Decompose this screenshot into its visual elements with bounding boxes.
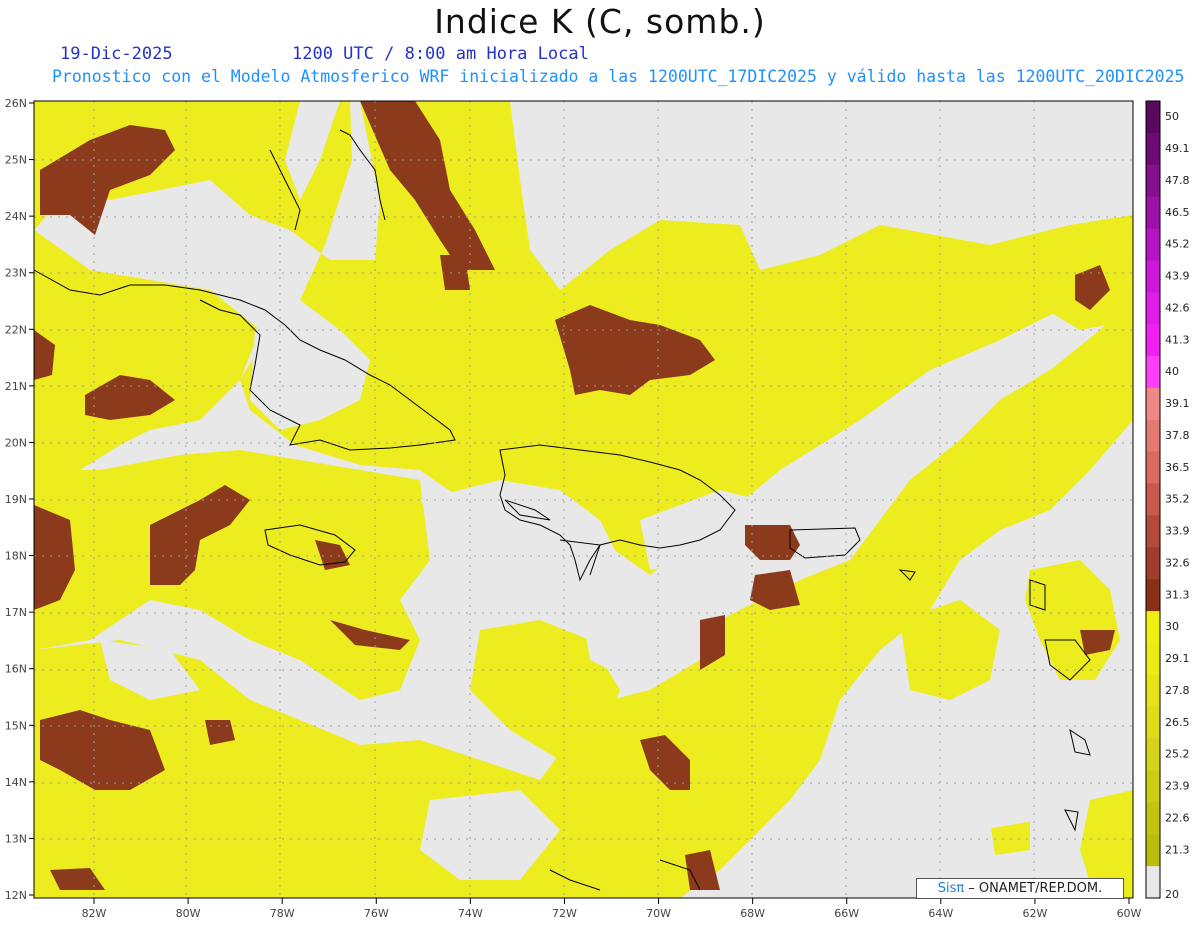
credit-box: Sisπ – ONAMET/REP.DOM. xyxy=(916,878,1124,899)
colorbar-swatch xyxy=(1146,611,1160,644)
lon-label: 64W xyxy=(928,907,953,920)
colorbar-swatch xyxy=(1146,674,1160,708)
colorbar-swatch xyxy=(1146,706,1160,740)
colorbar-swatch xyxy=(1146,292,1160,325)
lon-label: 72W xyxy=(552,907,577,920)
longitude-axis: 82W 80W 78W 76W 74W 72W 70W 68W 66W 64W 62W 60W xyxy=(82,898,1142,920)
colorbar-label: 42.6 xyxy=(1165,301,1190,314)
lat-label: 25N xyxy=(5,154,27,167)
lat-label: 19N xyxy=(5,493,27,506)
lon-label: 66W xyxy=(834,907,859,920)
colorbar-swatch-nodata xyxy=(1146,866,1160,898)
lat-label: 23N xyxy=(5,267,27,280)
colorbar-swatch xyxy=(1146,164,1160,198)
colorbar-swatch xyxy=(1146,387,1160,421)
colorbar-swatch xyxy=(1146,260,1160,293)
colorbar-swatch xyxy=(1146,451,1160,485)
colorbar-label: 45.2 xyxy=(1165,238,1190,251)
lon-label: 68W xyxy=(740,907,765,920)
lon-label: 62W xyxy=(1022,907,1047,920)
colorbar-swatch xyxy=(1146,419,1160,453)
lon-label: 78W xyxy=(270,907,295,920)
colorbar-swatch xyxy=(1146,579,1160,612)
colorbar-label: 37.8 xyxy=(1165,429,1190,442)
k-index-map: 26N 25N 24N 23N 22N 21N 20N 19N 18N 17N 16N 15N 14N 1… xyxy=(5,97,1190,920)
colorbar: 50 49.1 47.8 46.5 45.2 43.9 42.6 41.3 40 39.1 37.8… xyxy=(1145,100,1190,901)
colorbar-label: 33.9 xyxy=(1165,525,1190,538)
colorbar-label: 36.5 xyxy=(1165,461,1190,474)
colorbar-label: 21.3 xyxy=(1165,843,1190,856)
credit-text: – ONAMET/REP.DOM. xyxy=(968,881,1103,896)
lat-label: 16N xyxy=(5,663,27,676)
sispi-logo-text: Sisπ xyxy=(937,881,965,896)
lon-label: 74W xyxy=(458,907,483,920)
colorbar-swatch xyxy=(1146,738,1160,771)
lat-label: 12N xyxy=(5,889,27,902)
lon-label: 76W xyxy=(364,907,389,920)
colorbar-swatch xyxy=(1146,196,1160,230)
lat-label: 22N xyxy=(5,323,27,336)
colorbar-label: 25.2 xyxy=(1165,748,1190,761)
lat-label: 26N xyxy=(5,97,27,110)
lat-label: 15N xyxy=(5,719,27,732)
colorbar-swatch xyxy=(1146,834,1160,867)
colorbar-label: 50 xyxy=(1165,110,1179,123)
colorbar-swatch xyxy=(1146,515,1160,548)
latitude-axis: 26N 25N 24N 23N 22N 21N 20N 19N 18N 17N 16N 15N 14N 1… xyxy=(5,97,34,902)
lat-label: 24N xyxy=(5,210,27,223)
colorbar-swatch xyxy=(1146,101,1160,134)
colorbar-label: 46.5 xyxy=(1165,206,1190,219)
colorbar-label: 43.9 xyxy=(1165,270,1190,283)
colorbar-swatch xyxy=(1146,324,1160,357)
lat-label: 13N xyxy=(5,832,27,845)
lon-label: 82W xyxy=(82,907,107,920)
colorbar-label: 23.9 xyxy=(1165,780,1190,793)
lon-label: 60W xyxy=(1117,907,1142,920)
colorbar-label: 20 xyxy=(1165,888,1179,901)
lat-label: 17N xyxy=(5,606,27,619)
colorbar-swatch xyxy=(1146,547,1160,580)
colorbar-label: 40 xyxy=(1165,365,1179,378)
colorbar-label: 31.3 xyxy=(1165,588,1190,601)
colorbar-label: 47.8 xyxy=(1165,174,1190,187)
colorbar-swatch xyxy=(1146,642,1160,676)
colorbar-swatch xyxy=(1146,228,1160,261)
colorbar-label: 35.2 xyxy=(1165,493,1190,506)
colorbar-swatch xyxy=(1146,802,1160,835)
lat-label: 18N xyxy=(5,550,27,563)
colorbar-label: 32.6 xyxy=(1165,556,1190,569)
colorbar-label: 39.1 xyxy=(1165,397,1190,410)
colorbar-label: 26.5 xyxy=(1165,716,1190,729)
colorbar-swatch xyxy=(1146,770,1160,803)
colorbar-swatch xyxy=(1146,483,1160,516)
colorbar-swatch xyxy=(1146,356,1160,389)
lat-label: 14N xyxy=(5,776,27,789)
lat-label: 20N xyxy=(5,436,27,449)
colorbar-label: 41.3 xyxy=(1165,333,1190,346)
colorbar-swatch xyxy=(1146,132,1160,166)
colorbar-label: 27.8 xyxy=(1165,684,1190,697)
lon-label: 80W xyxy=(176,907,201,920)
lat-label: 21N xyxy=(5,380,27,393)
colorbar-label: 29.1 xyxy=(1165,652,1190,665)
colorbar-label: 49.1 xyxy=(1165,142,1190,155)
colorbar-label: 30 xyxy=(1165,620,1179,633)
colorbar-label: 22.6 xyxy=(1165,811,1190,824)
lon-label: 70W xyxy=(646,907,671,920)
